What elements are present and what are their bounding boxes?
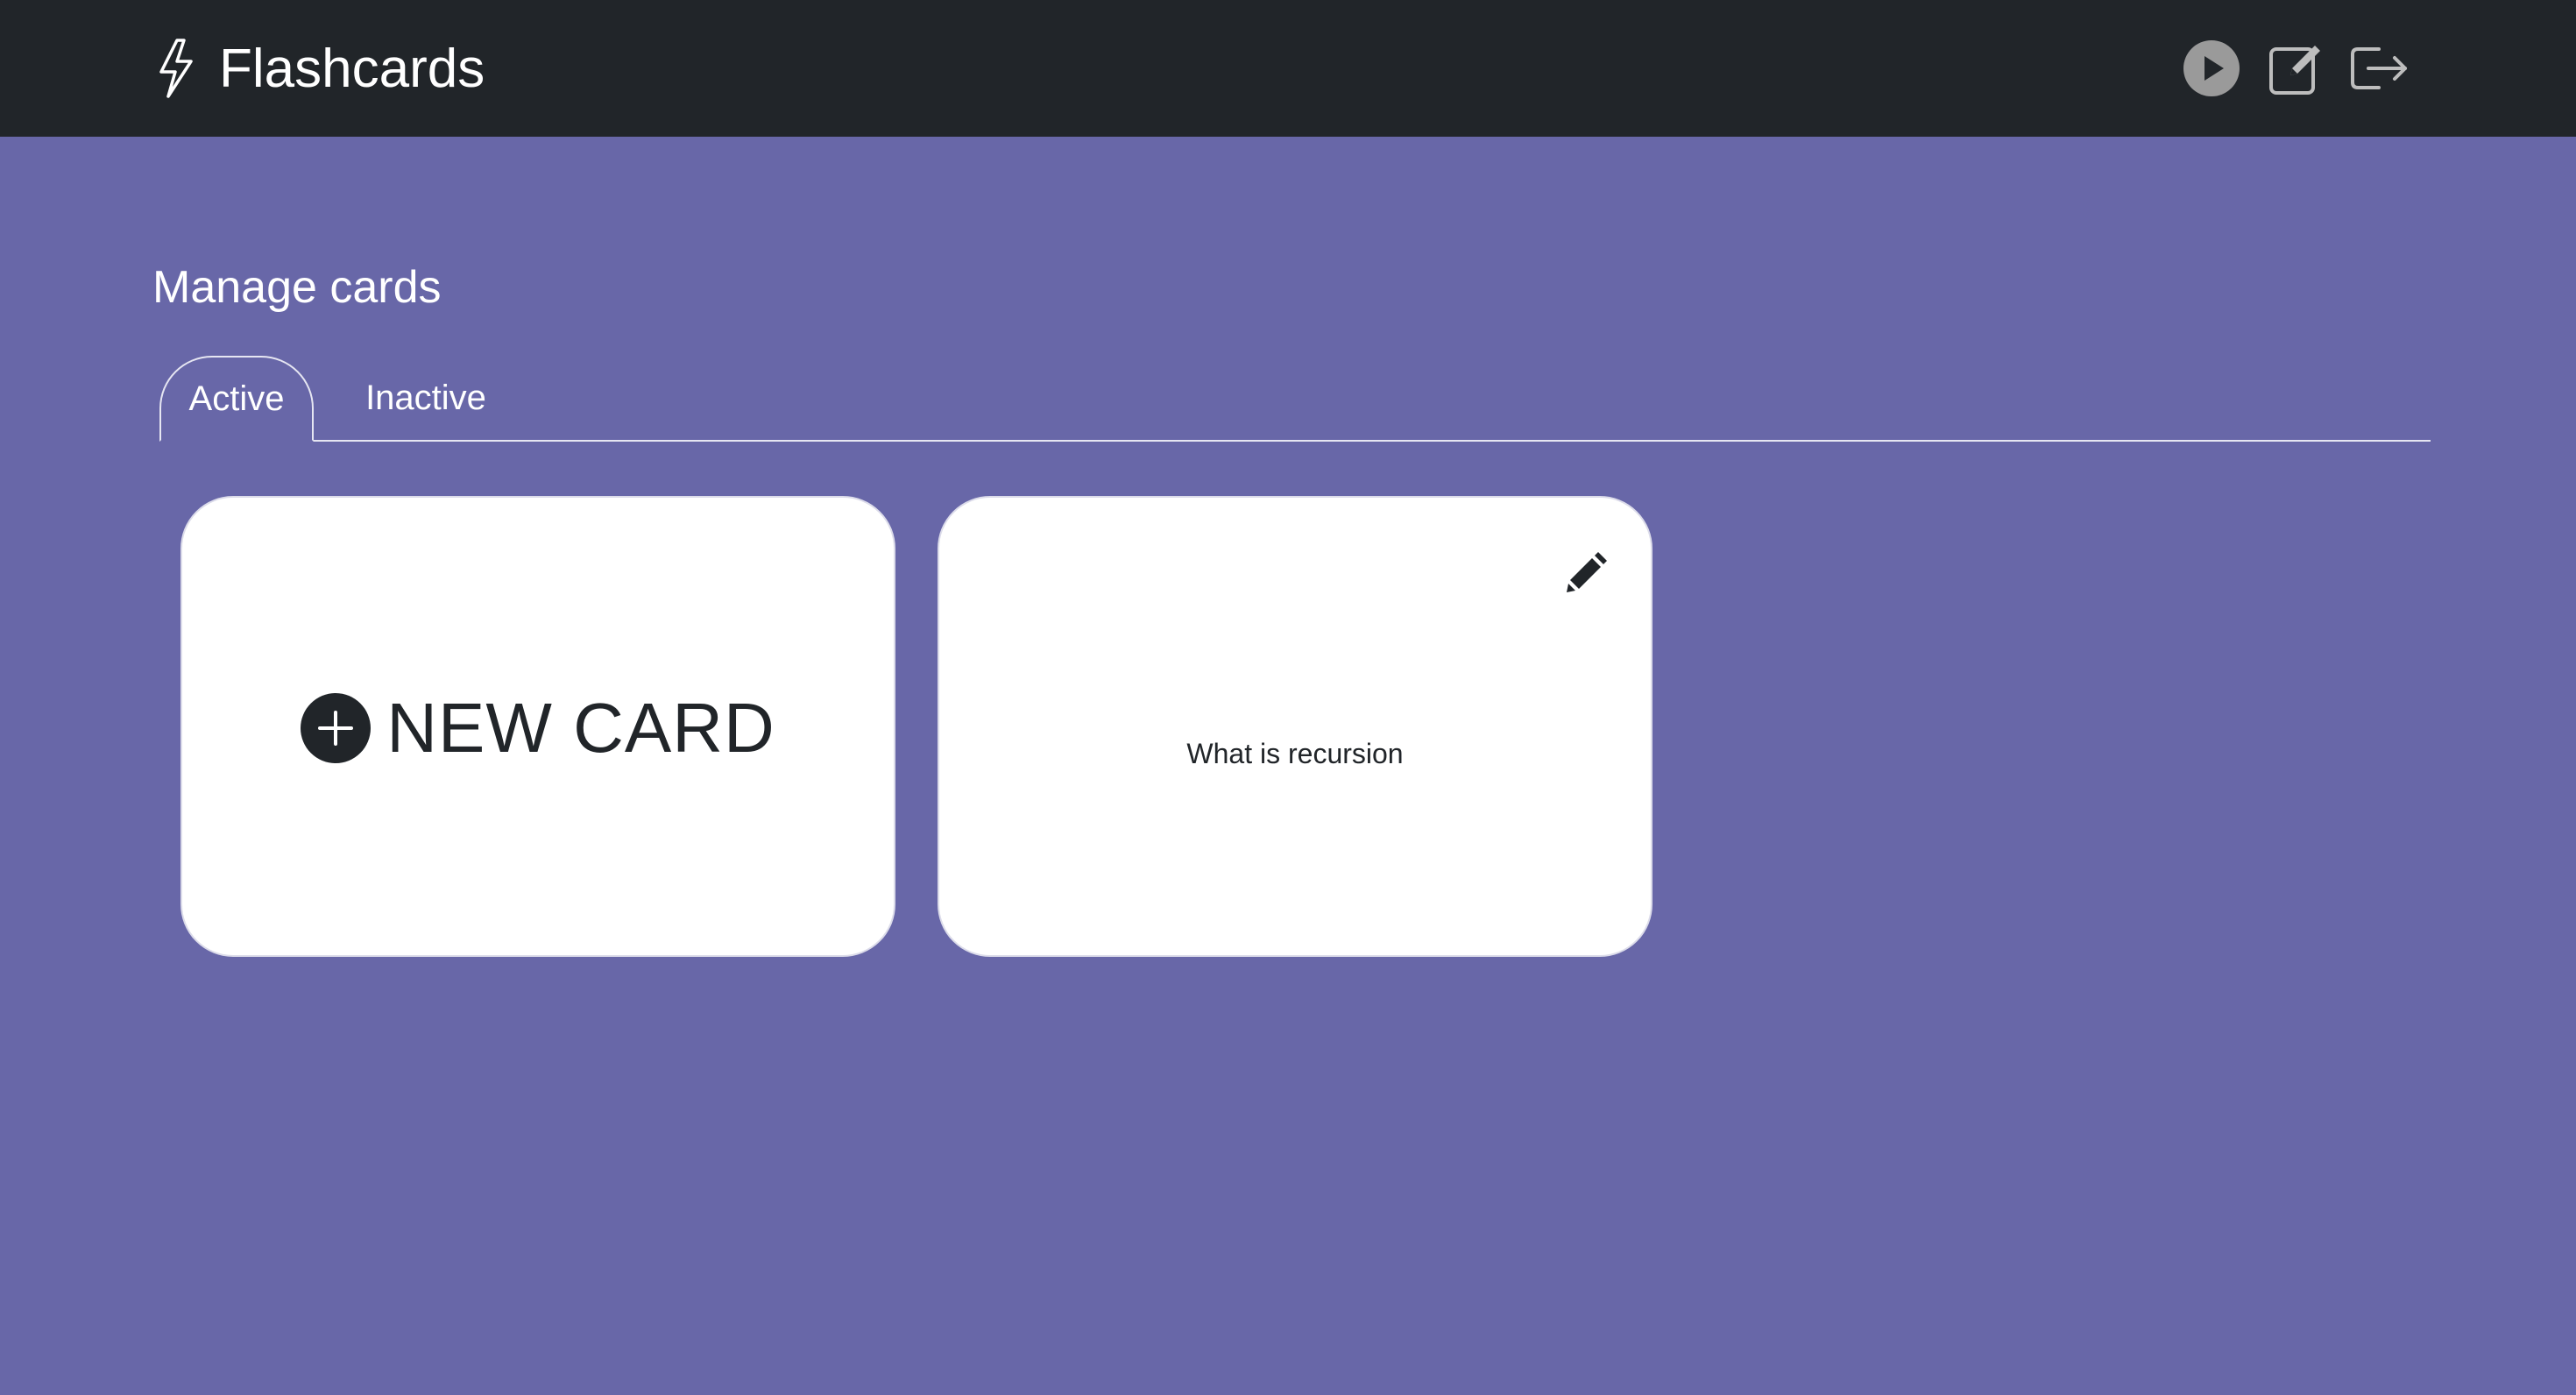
flashcard[interactable]: What is recursion	[938, 496, 1652, 957]
top-navbar: Flashcards	[0, 0, 2576, 137]
new-card-label: NEW CARD	[386, 689, 775, 767]
sign-out-icon[interactable]	[2348, 37, 2411, 100]
card-status-tabs: Active Inactive	[159, 356, 2431, 442]
pencil-icon[interactable]	[1563, 547, 1612, 596]
new-card-button[interactable]: NEW CARD	[180, 496, 895, 957]
brand-link[interactable]: Flashcards	[154, 33, 485, 103]
page-title: Manage cards	[152, 262, 442, 313]
app-title: Flashcards	[219, 38, 485, 99]
new-card-content: NEW CARD	[301, 688, 775, 768]
play-circle-icon[interactable]	[2180, 37, 2243, 100]
tab-inactive[interactable]: Inactive	[340, 356, 512, 440]
plus-circle-icon	[301, 693, 372, 763]
bolt-icon	[154, 37, 198, 100]
flashcard-question: What is recursion	[1186, 738, 1404, 769]
edit-square-icon[interactable]	[2264, 37, 2327, 100]
navbar-actions	[2180, 37, 2411, 100]
tab-active[interactable]: Active	[159, 356, 314, 442]
